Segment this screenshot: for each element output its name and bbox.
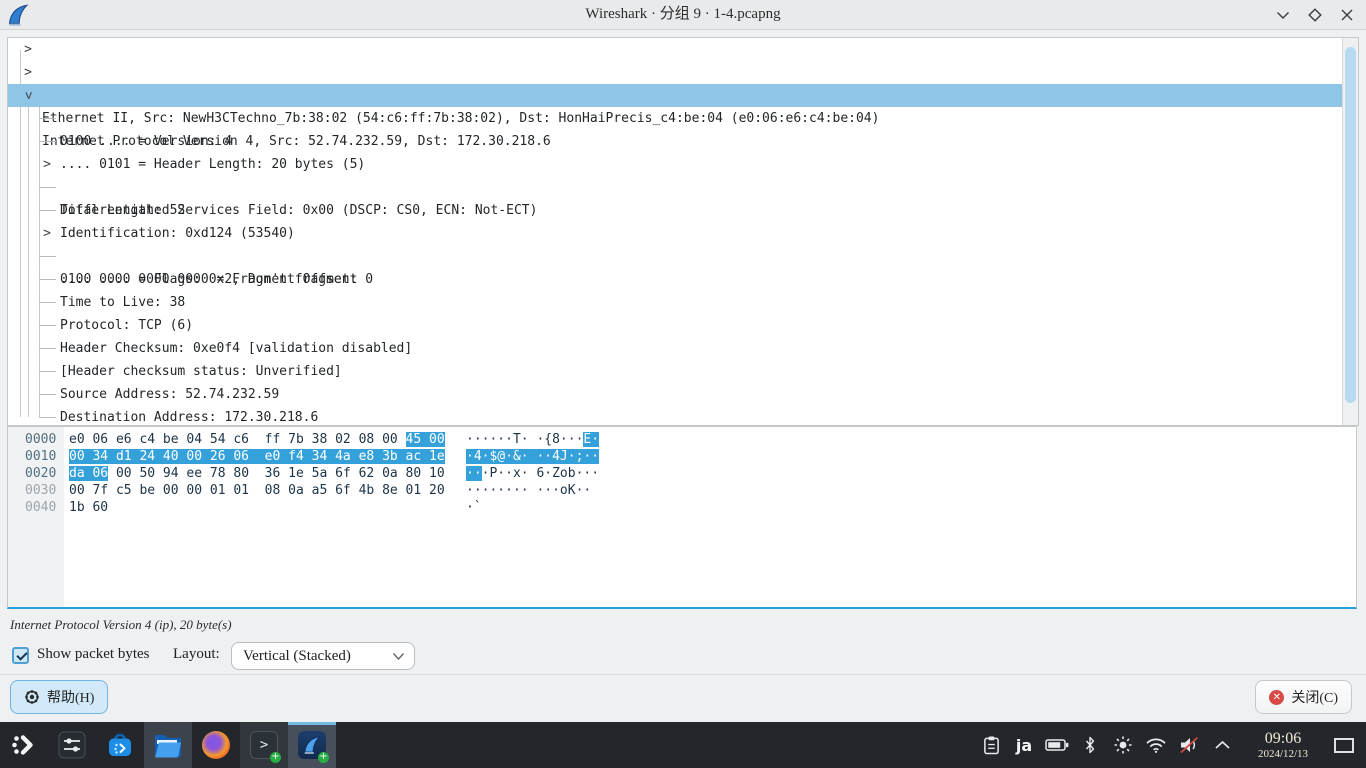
chevron-down-icon <box>392 652 405 661</box>
tray-expand-chevron-icon[interactable] <box>1210 722 1234 768</box>
layout-dropdown[interactable]: Vertical (Stacked) <box>231 642 415 670</box>
ascii-bytes[interactable]: ······T· ·{8···E· <box>466 431 599 448</box>
brightness-icon[interactable] <box>1111 722 1135 768</box>
terminal-icon[interactable]: > <box>240 722 288 768</box>
hex-row[interactable]: 0040 1b 60 ·` <box>8 499 1356 516</box>
layout-label: Layout: <box>173 646 220 663</box>
battery-icon[interactable] <box>1045 722 1069 768</box>
hex-row[interactable]: 0000 e0 06 e6 c4 be 04 54 c6 ff 7b 38 02… <box>8 431 1356 448</box>
window-title: Wireshark · 分组 9 · 1-4.pcapng <box>0 0 1366 30</box>
tree-item-checksum-status[interactable]: [Header checksum status: Unverified] <box>8 337 1342 360</box>
hex-row[interactable]: 0010 00 34 d1 24 40 00 26 06 e0 f4 34 4a… <box>8 448 1356 465</box>
packet-bytes-pane[interactable]: 0000 e0 06 e6 c4 be 04 54 c6 ff 7b 38 02… <box>7 426 1357 609</box>
wireshark-taskbar-icon[interactable] <box>288 722 336 768</box>
plus-badge-icon <box>318 752 329 763</box>
firefox-logo <box>202 731 230 759</box>
show-packet-bytes-checkbox[interactable] <box>12 647 29 664</box>
file-manager-icon[interactable] <box>144 722 192 768</box>
clock[interactable]: 09:06 2024/12/13 <box>1247 730 1319 760</box>
hex-bytes[interactable]: 00 34 d1 24 40 00 26 06 e0 f4 34 4a e8 3… <box>69 448 466 465</box>
input-method-indicator[interactable]: ja <box>1012 722 1036 768</box>
wifi-icon[interactable] <box>1144 722 1168 768</box>
hex-offset: 0010 <box>8 448 69 465</box>
tree-item-destination-address[interactable]: Destination Address: 172.30.218.6 <box>8 383 1342 406</box>
launcher-icon[interactable] <box>0 722 48 768</box>
tree-item-fragment-offset[interactable]: ...0 0000 0000 0000 = Fragment Offset: 0 <box>8 245 1342 268</box>
chevron-right-icon[interactable] <box>40 222 54 245</box>
tree-item-source-address[interactable]: Source Address: 52.74.232.59 <box>8 360 1342 383</box>
tree-item-stream-index[interactable]: [Stream index: 1] <box>8 406 1342 426</box>
ascii-bytes[interactable]: ········ ···oK·· <box>466 482 591 499</box>
tree-item-flags[interactable]: 010. .... = Flags: 0x2, Don't fragment <box>8 222 1342 245</box>
show-desktop-icon <box>1334 738 1354 753</box>
title-bar: Wireshark · 分组 9 · 1-4.pcapng <box>0 0 1366 30</box>
chevron-right-icon[interactable] <box>21 38 35 61</box>
help-button-label: 帮助(H) <box>47 687 94 707</box>
hex-offset: 0000 <box>8 431 69 448</box>
app-store-icon[interactable] <box>96 722 144 768</box>
hex-row[interactable]: 0020 da 06 00 50 94 ee 78 80 36 1e 5a 6f… <box>8 465 1356 482</box>
bluetooth-icon[interactable] <box>1078 722 1102 768</box>
hex-bytes[interactable]: 1b 60 <box>69 499 466 516</box>
tree-item-total-length[interactable]: Total Length: 52 <box>8 176 1342 199</box>
hex-bytes[interactable]: da 06 00 50 94 ee 78 80 36 1e 5a 6f 62 0… <box>69 465 466 482</box>
tree-item-header-length[interactable]: .... 0101 = Header Length: 20 bytes (5) <box>8 130 1342 153</box>
packet-detail-pane: Frame 9: 66 bytes on wire (528 bits), 66… <box>7 37 1359 426</box>
ascii-bytes[interactable]: ···P··x· 6·Zob··· <box>466 465 599 482</box>
tree-item-protocol[interactable]: Protocol: TCP (6) <box>8 291 1342 314</box>
help-wheel-icon <box>24 689 40 705</box>
button-separator <box>0 674 1366 675</box>
tree-item-ipv4-selected[interactable]: Internet Protocol Version 4, Src: 52.74.… <box>8 84 1342 107</box>
show-desktop-button[interactable] <box>1332 722 1356 768</box>
chevron-right-icon[interactable] <box>21 61 35 84</box>
clipboard-tray-icon[interactable] <box>979 722 1003 768</box>
close-button[interactable]: 关闭(C) <box>1255 680 1352 714</box>
tree-item-identification[interactable]: Identification: 0xd124 (53540) <box>8 199 1342 222</box>
show-packet-bytes-label: Show packet bytes <box>37 646 149 663</box>
tree-item-ethernet[interactable]: Ethernet II, Src: NewH3CTechno_7b:38:02 … <box>8 61 1342 84</box>
clock-date: 2024/12/13 <box>1247 748 1319 760</box>
ascii-bytes[interactable]: ·` <box>466 499 482 516</box>
control-center-icon[interactable] <box>48 722 96 768</box>
maximize-icon[interactable] <box>1304 4 1326 26</box>
scrollbar-thumb[interactable] <box>1345 47 1356 403</box>
close-window-icon[interactable] <box>1336 4 1358 26</box>
hex-offset: 0040 <box>8 499 69 516</box>
ascii-bytes[interactable]: ·4·$@·&· ··4J·;·· <box>466 448 599 465</box>
tree-item-frame[interactable]: Frame 9: 66 bytes on wire (528 bits), 66… <box>8 38 1342 61</box>
hex-offset: 0020 <box>8 465 69 482</box>
chevron-down-icon[interactable] <box>17 89 40 103</box>
help-button[interactable]: 帮助(H) <box>10 680 108 714</box>
volume-muted-icon[interactable] <box>1177 722 1201 768</box>
hex-bytes[interactable]: 00 7f c5 be 00 00 01 01 08 0a a5 6f 4b 8… <box>69 482 466 499</box>
clock-time: 09:06 <box>1247 730 1319 748</box>
taskbar: > ja <box>0 722 1366 768</box>
chevron-right-icon[interactable] <box>40 153 54 176</box>
tree-item-header-checksum[interactable]: Header Checksum: 0xe0f4 [validation disa… <box>8 314 1342 337</box>
tree-item-dsf[interactable]: Differentiated Services Field: 0x00 (DSC… <box>8 153 1342 176</box>
hex-row[interactable]: 0030 00 7f c5 be 00 00 01 01 08 0a a5 6f… <box>8 482 1356 499</box>
tree-item-ttl[interactable]: Time to Live: 38 <box>8 268 1342 291</box>
plus-badge-icon <box>270 752 281 763</box>
layout-dropdown-value: Vertical (Stacked) <box>243 648 351 664</box>
close-button-label: 关闭(C) <box>1291 687 1338 707</box>
vertical-scrollbar[interactable] <box>1342 38 1358 425</box>
hex-bytes[interactable]: e0 06 e6 c4 be 04 54 c6 ff 7b 38 02 08 0… <box>69 431 466 448</box>
close-circle-icon <box>1269 690 1284 705</box>
selection-summary: Internet Protocol Version 4 (ip), 20 byt… <box>10 617 232 633</box>
tree-item-version[interactable]: 0100 .... = Version: 4 <box>8 107 1342 130</box>
minimize-icon[interactable] <box>1272 4 1294 26</box>
hex-offset: 0030 <box>8 482 69 499</box>
firefox-icon[interactable] <box>192 722 240 768</box>
